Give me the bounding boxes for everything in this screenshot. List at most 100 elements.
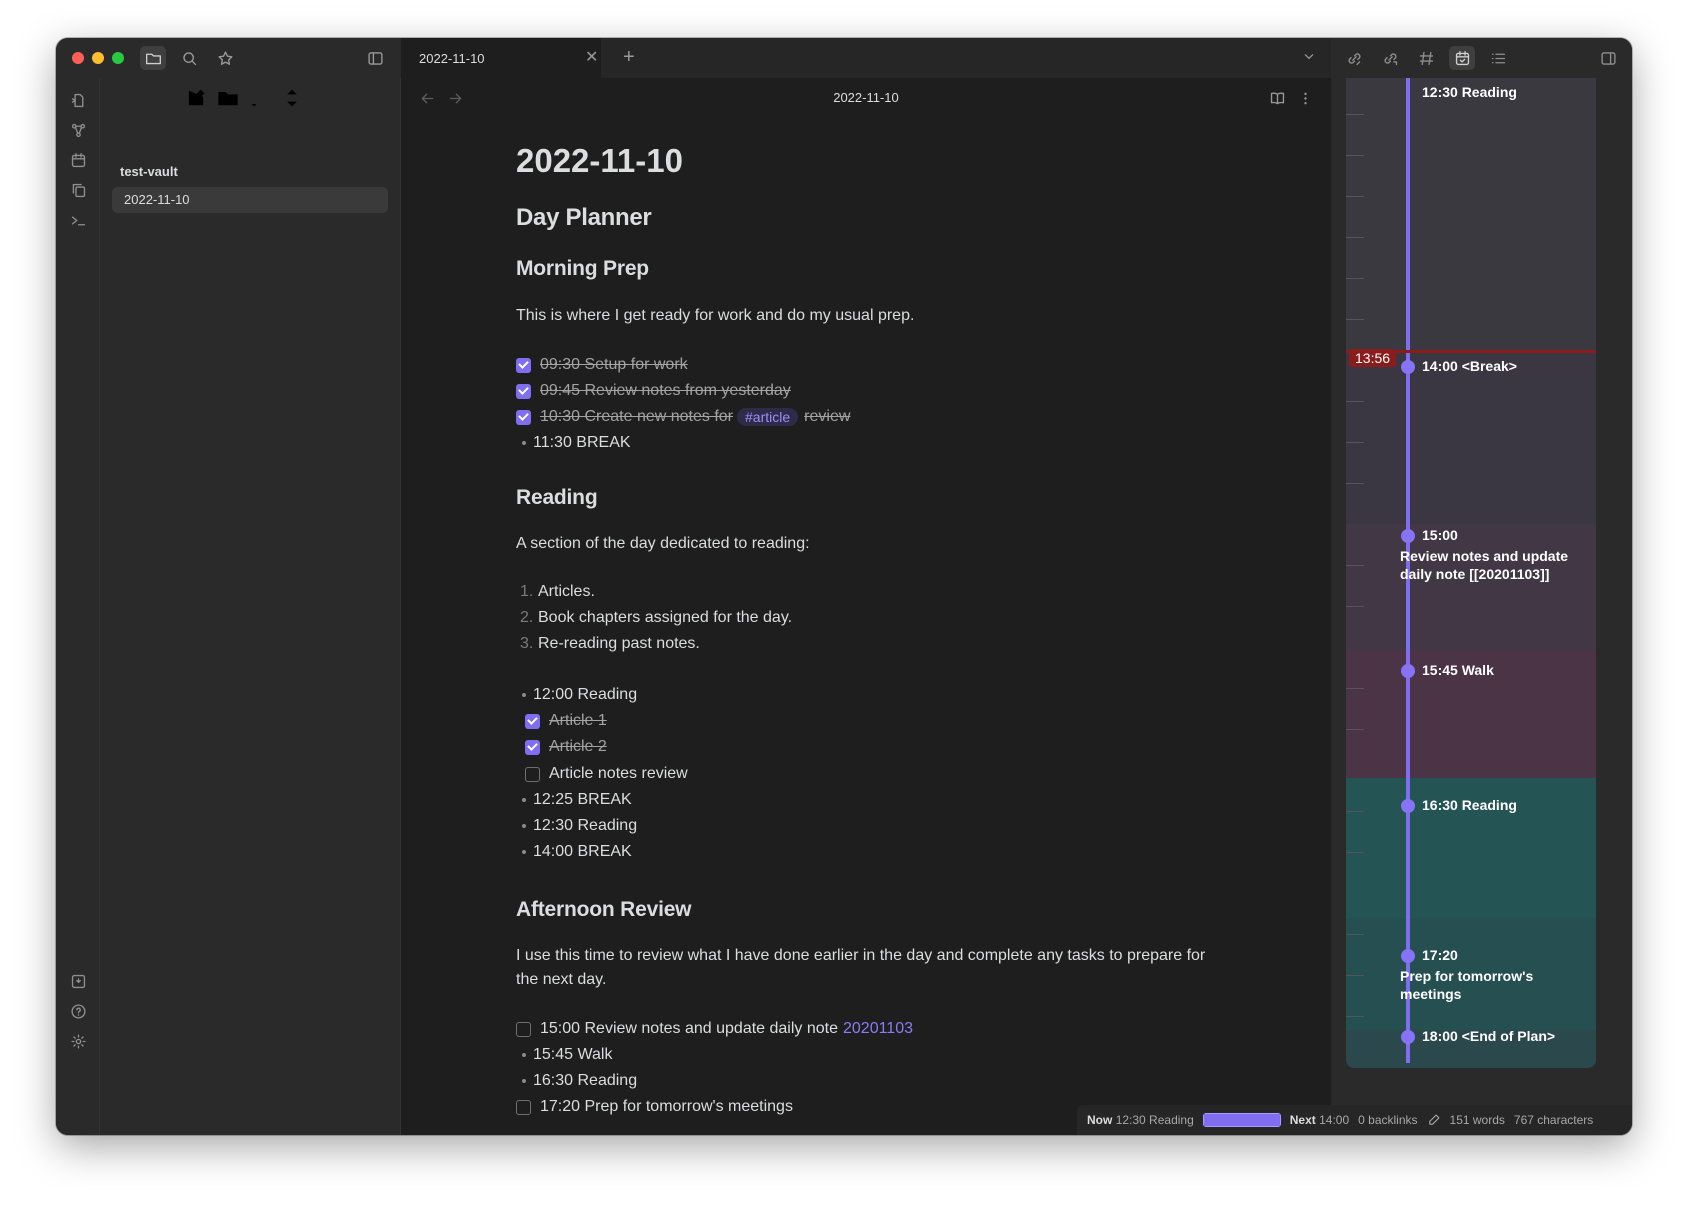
hour-tick [1346, 114, 1364, 115]
editor[interactable]: 2022-11-10 Day Planner Morning Prep This… [401, 118, 1331, 1135]
timeline-block-reading[interactable] [1346, 78, 1596, 353]
timeline-entry-description[interactable]: Review notes and update daily note [[202… [1400, 547, 1590, 583]
calendar-icon[interactable] [68, 150, 88, 170]
task-item: 15:00 Review notes and update daily note… [516, 1017, 913, 1041]
timeline-entry-description[interactable]: Prep for tomorrow's meetings [1400, 967, 1590, 1003]
current-time-badge: 13:56 [1349, 349, 1397, 367]
new-folder-icon[interactable] [216, 86, 240, 110]
heading-reading: Reading [516, 486, 598, 509]
heading-day-planner: Day Planner [516, 204, 652, 231]
vault-name[interactable]: test-vault [120, 164, 178, 179]
timeline-entry-label[interactable]: 18:00 <End of Plan> [1422, 1028, 1555, 1044]
new-tab-icon[interactable]: + [623, 47, 635, 67]
timeline-entry-label[interactable]: 14:00 <Break> [1422, 358, 1517, 374]
ordered-list-item: 1. Articles. [520, 583, 595, 600]
backlinks-count[interactable]: 0 backlinks [1358, 1113, 1417, 1127]
timeline-block-break[interactable] [1346, 353, 1596, 524]
day-progress-bar [1202, 1113, 1281, 1127]
internal-link[interactable]: 20201103 [843, 1020, 913, 1038]
task-checkbox[interactable] [516, 409, 531, 425]
task-checkbox[interactable] [525, 739, 540, 755]
task-checkbox[interactable] [525, 766, 540, 782]
list-item: 12:25 BREAK [516, 788, 632, 812]
left-titlebar [56, 38, 401, 78]
minimize-window-button[interactable] [92, 52, 104, 64]
right-sidebar-toggle-icon[interactable] [1595, 46, 1621, 70]
collapse-all-icon[interactable] [280, 86, 304, 110]
timeline-dot [1401, 949, 1415, 963]
right-panel-header [1331, 38, 1632, 78]
bullet-dot [522, 824, 526, 828]
timeline-dot [1401, 664, 1415, 678]
hour-tick [1346, 565, 1364, 566]
tab-note[interactable]: 2022-11-10 ✕ [401, 38, 601, 78]
day-planner-panel: 13:56 12:30 Reading 14:00 <Break> 15:00 … [1331, 78, 1632, 1135]
tag-article[interactable]: #article [737, 408, 799, 426]
status-now[interactable]: Now 12:30 Reading [1087, 1113, 1194, 1127]
sort-icon[interactable] [248, 86, 272, 110]
timeline-entry-label[interactable]: 17:20 [1422, 947, 1458, 963]
hour-tick [1346, 688, 1364, 689]
close-icon[interactable]: ✕ [585, 50, 598, 66]
hour-tick [1346, 729, 1364, 730]
file-item[interactable]: 2022-11-10 [112, 187, 388, 213]
terminal-icon[interactable] [68, 210, 88, 230]
hour-tick [1346, 975, 1364, 976]
settings-gear-icon[interactable] [68, 1031, 88, 1051]
bullet-dot [522, 693, 526, 697]
sidebar-toggle-icon[interactable] [362, 46, 388, 70]
ordered-list-item: 2. Book chapters assigned for the day. [520, 609, 793, 626]
outline-list-icon[interactable] [1485, 46, 1511, 70]
bullet-dot [522, 798, 526, 802]
day-planner-calendar-icon[interactable] [1449, 46, 1475, 70]
outgoing-links-icon[interactable] [1377, 46, 1403, 70]
timeline-entry-label[interactable]: 16:30 Reading [1422, 797, 1517, 813]
close-window-button[interactable] [72, 52, 84, 64]
task-checkbox[interactable] [516, 357, 531, 373]
status-bar: Now 12:30 Reading Next 14:00 0 backlinks… [1077, 1105, 1632, 1135]
backlinks-icon[interactable] [1341, 46, 1367, 70]
tab-bar: 2022-11-10 ✕ + [401, 38, 1331, 78]
more-options-icon[interactable] [1297, 90, 1314, 110]
vault-switcher-icon[interactable] [68, 971, 88, 991]
task-checkbox[interactable] [516, 1099, 531, 1115]
task-checkbox[interactable] [516, 1021, 531, 1037]
hour-tick [1346, 237, 1364, 238]
help-icon[interactable] [68, 1001, 88, 1021]
graph-view-icon[interactable] [68, 120, 88, 140]
timeline-dot [1401, 799, 1415, 813]
ribbon [56, 78, 100, 1135]
timeline-block-review[interactable] [1346, 524, 1596, 650]
timeline-entry-label[interactable]: 15:45 Walk [1422, 662, 1494, 678]
subtask-item: Article notes review [525, 762, 688, 786]
search-icon[interactable] [176, 46, 202, 70]
star-icon[interactable] [212, 46, 238, 70]
hour-tick [1346, 483, 1364, 484]
copy-icon[interactable] [68, 180, 88, 200]
task-checkbox[interactable] [516, 383, 531, 399]
hour-tick [1346, 934, 1364, 935]
tags-hash-icon[interactable] [1413, 46, 1439, 70]
view-title[interactable]: 2022-11-10 [401, 90, 1331, 105]
status-next[interactable]: Next 14:00 [1290, 1113, 1349, 1127]
timeline-entry-label[interactable]: 15:00 [1422, 527, 1458, 543]
pencil-icon[interactable] [1427, 1113, 1441, 1127]
quick-switcher-icon[interactable] [68, 90, 88, 110]
subtask-item: Article 2 [525, 735, 607, 759]
reading-mode-book-icon[interactable] [1269, 90, 1286, 110]
hour-tick [1346, 1016, 1364, 1017]
folder-icon[interactable] [140, 46, 166, 70]
progress-fill [1203, 1114, 1280, 1126]
maximize-window-button[interactable] [112, 52, 124, 64]
timeline-dot [1401, 529, 1415, 543]
hour-tick [1346, 811, 1364, 812]
task-item: 10:30 Create new notes for #article revi… [516, 405, 850, 429]
timeline-dot [1401, 1030, 1415, 1044]
new-note-icon[interactable] [184, 86, 208, 110]
day-planner-timeline: 13:56 12:30 Reading 14:00 <Break> 15:00 … [1346, 78, 1596, 1068]
afternoon-paragraph: I use this time to review what I have do… [516, 947, 1206, 988]
task-checkbox[interactable] [525, 713, 540, 729]
chevron-down-icon[interactable] [1301, 48, 1317, 67]
heading-afternoon-review: Afternoon Review [516, 898, 692, 921]
timeline-entry-label[interactable]: 12:30 Reading [1422, 84, 1517, 100]
